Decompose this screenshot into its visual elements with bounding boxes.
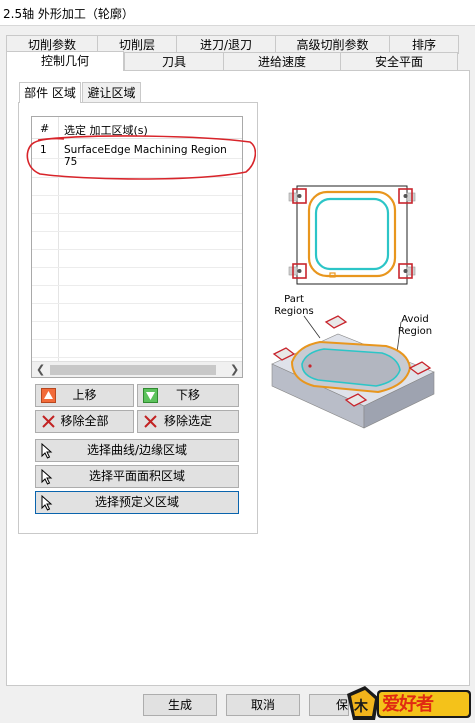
select-predefined-button[interactable]: 选择预定义区域 (35, 491, 239, 514)
generate-label: 生成 (167, 698, 192, 712)
remove-all-button[interactable]: 移除全部 (35, 410, 134, 433)
pointer-icon (41, 443, 53, 459)
cancel-label: 取消 (250, 698, 275, 712)
move-down-label: 下移 (175, 388, 200, 402)
pointer-icon (41, 469, 53, 485)
tab-label: 排序 (411, 38, 436, 52)
save-button[interactable]: 保 (309, 694, 349, 716)
region-diagram-topview (288, 185, 416, 285)
table-row-empty (32, 214, 242, 232)
select-curves-button[interactable]: 选择曲线/边缘区域 (35, 439, 239, 462)
tab-label: 控制几何 (40, 54, 89, 68)
tab-label: 切削层 (118, 38, 155, 52)
subtab-label: 部件 区域 (24, 86, 76, 100)
scroll-left-icon[interactable]: ❮ (36, 363, 45, 376)
scrollbar-thumb[interactable] (50, 365, 216, 375)
select-planar-label: 选择平面面积区域 (88, 469, 185, 483)
tab-label: 刀具 (161, 55, 186, 69)
remove-icon (42, 415, 55, 428)
remove-all-label: 移除全部 (60, 414, 109, 428)
subtab-part-regions[interactable]: 部件 区域 (19, 82, 81, 103)
tab-label: 进刀/退刀 (199, 38, 253, 52)
tab-control-geometry[interactable]: 控制几何 (6, 51, 124, 71)
title-bar: 2.5轴 外形加工（轮廓） (0, 0, 475, 26)
tab-label: 安全平面 (374, 55, 423, 69)
remove-selected-label: 移除选定 (163, 414, 212, 428)
table-row-empty (32, 286, 242, 304)
svg-text:木: 木 (353, 698, 369, 715)
table-row-empty (32, 304, 242, 322)
move-down-icon (143, 388, 158, 403)
subtab-avoid-regions[interactable]: 避让区域 (82, 82, 141, 102)
move-up-label: 上移 (72, 388, 97, 402)
select-planar-button[interactable]: 选择平面面积区域 (35, 465, 239, 488)
move-up-button[interactable]: 上移 (35, 384, 134, 407)
tab-label: 切削参数 (27, 38, 76, 52)
tab-feed-rate[interactable]: 进给速度 (223, 52, 341, 71)
tab-label: 进给速度 (257, 55, 306, 69)
watermark-text: 爱好者 (382, 694, 434, 715)
select-curves-label: 选择曲线/边缘区域 (86, 443, 188, 457)
table-row-empty (32, 340, 242, 358)
pointer-icon (41, 495, 53, 511)
table-row-empty (32, 178, 242, 196)
scroll-right-icon[interactable]: ❯ (230, 363, 239, 376)
table-row-empty (32, 250, 242, 268)
table-row-empty (32, 196, 242, 214)
region-diagram-3d (271, 315, 435, 429)
generate-button[interactable]: 生成 (143, 694, 217, 716)
annotation-circle-icon (26, 135, 256, 180)
tab-tool[interactable]: 刀具 (124, 52, 224, 71)
tab-label: 高级切削参数 (296, 38, 369, 52)
subtab-label: 避让区域 (87, 86, 136, 100)
remove-icon (144, 415, 157, 428)
move-up-icon (41, 388, 56, 403)
horizontal-scrollbar[interactable]: ❮ ❯ (32, 361, 242, 377)
table-row-empty (32, 322, 242, 340)
remove-selected-button[interactable]: 移除选定 (137, 410, 239, 433)
cancel-button[interactable]: 取消 (226, 694, 300, 716)
select-predefined-label: 选择预定义区域 (94, 495, 179, 509)
window-title: 2.5轴 外形加工（轮廓） (3, 7, 134, 21)
tab-safe-plane[interactable]: 安全平面 (340, 52, 458, 71)
table-row-empty (32, 268, 242, 286)
table-row-empty (32, 232, 242, 250)
move-down-button[interactable]: 下移 (137, 384, 239, 407)
